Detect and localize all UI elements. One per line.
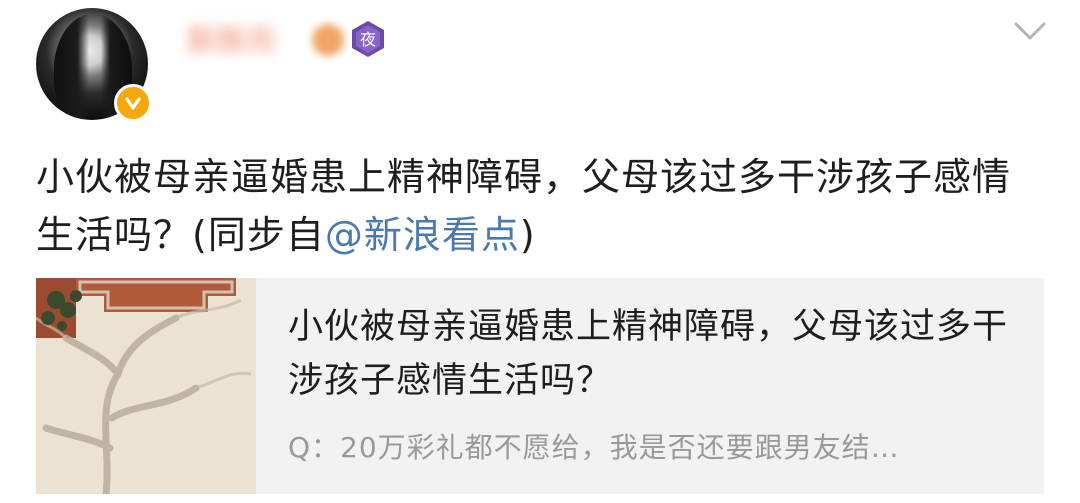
verified-badge-icon (114, 84, 152, 122)
article-card[interactable]: 小伙被母亲逼婚患上精神障碍，父母该过多干涉孩子感情生活吗？ Q：20万彩礼都不愿… (36, 278, 1044, 494)
night-mode-badge-icon: 夜 (350, 20, 386, 58)
author-name[interactable]: 飘飘雨 (186, 22, 306, 62)
night-badge-label: 夜 (360, 30, 376, 49)
chevron-down-icon[interactable] (1010, 16, 1050, 46)
medal-badge-icon (312, 24, 344, 56)
mention-link[interactable]: @新浪看点 (325, 213, 520, 257)
article-description: Q：20万彩礼都不愿给，我是否还要跟男友结… (288, 431, 900, 464)
article-thumbnail (36, 278, 256, 494)
post-text: 小伙被母亲逼婚患上精神障碍，父母该过多干涉孩子感情生活吗？(同步自@新浪看点) (36, 148, 1046, 264)
post-text-close: ) (519, 213, 536, 257)
article-title[interactable]: 小伙被母亲逼婚患上精神障碍，父母该过多干涉孩子感情生活吗？ (288, 300, 1028, 408)
verified-check-icon (125, 97, 141, 110)
